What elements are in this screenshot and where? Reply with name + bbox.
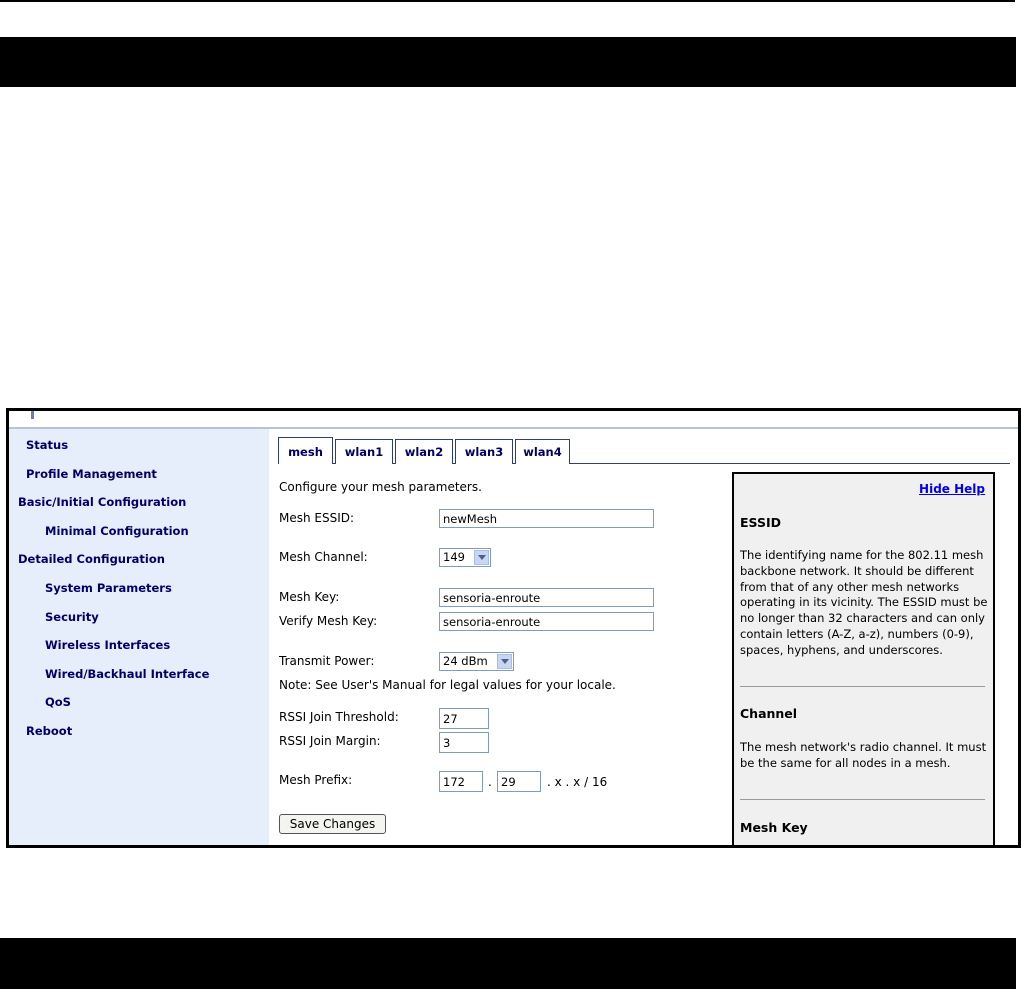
mesh-channel-value: 149 bbox=[443, 550, 465, 564]
sidebar-item-qos[interactable]: QoS bbox=[45, 695, 71, 709]
form-intro: Configure your mesh parameters. bbox=[279, 480, 482, 494]
hide-help-link[interactable]: Hide Help bbox=[919, 482, 985, 496]
mesh-prefix-dot: . bbox=[488, 775, 492, 789]
tab-wlan4[interactable]: wlan4 bbox=[515, 439, 570, 464]
tab-wlan2[interactable]: wlan2 bbox=[395, 439, 453, 464]
mesh-prefix-label: Mesh Prefix: bbox=[279, 773, 353, 787]
tab-wlan1[interactable]: wlan1 bbox=[335, 439, 393, 464]
tab-wlan3[interactable]: wlan3 bbox=[455, 439, 513, 464]
chevron-down-icon bbox=[497, 654, 512, 669]
mesh-essid-input[interactable] bbox=[439, 509, 654, 528]
help-essid-title: ESSID bbox=[740, 515, 782, 530]
tab-mesh[interactable]: mesh bbox=[278, 437, 333, 464]
help-channel-text: The mesh network's radio channel. It mus… bbox=[740, 740, 987, 770]
save-changes-button[interactable]: Save Changes bbox=[279, 814, 386, 834]
sidebar-item-profile-management[interactable]: Profile Management bbox=[26, 467, 157, 481]
main-panel: mesh wlan1 wlan2 wlan3 wlan4 Configure y… bbox=[271, 429, 1018, 845]
top-banner bbox=[0, 37, 1016, 87]
sidebar-item-basic-configuration[interactable]: Basic/Initial Configuration bbox=[18, 495, 186, 509]
rssi-threshold-input[interactable] bbox=[439, 708, 489, 729]
admin-window: Status Profile Management Basic/Initial … bbox=[6, 408, 1021, 848]
mesh-prefix-octet1-input[interactable] bbox=[439, 771, 483, 792]
mesh-channel-select[interactable]: 149 bbox=[439, 548, 491, 567]
transmit-power-select[interactable]: 24 dBm bbox=[439, 652, 514, 671]
mesh-channel-label: Mesh Channel: bbox=[279, 550, 368, 564]
sidebar-item-status[interactable]: Status bbox=[26, 438, 68, 452]
top-rule bbox=[0, 0, 1015, 2]
mesh-key-label: Mesh Key: bbox=[279, 590, 340, 604]
rssi-margin-label: RSSI Join Margin: bbox=[279, 734, 381, 748]
transmit-power-value: 24 dBm bbox=[443, 654, 488, 668]
help-divider bbox=[740, 686, 985, 687]
sidebar-item-security[interactable]: Security bbox=[45, 610, 99, 624]
window-header-strip bbox=[9, 411, 1018, 429]
sidebar-item-wireless-interfaces[interactable]: Wireless Interfaces bbox=[45, 638, 170, 652]
help-channel-title: Channel bbox=[740, 706, 798, 721]
sidebar-item-minimal-configuration[interactable]: Minimal Configuration bbox=[45, 524, 189, 538]
rssi-margin-input[interactable] bbox=[439, 732, 489, 753]
help-divider bbox=[740, 799, 985, 800]
help-panel: Hide Help ESSID The identifying name for… bbox=[732, 472, 995, 845]
mesh-prefix-suffix: . x . x / 16 bbox=[547, 775, 608, 789]
transmit-power-note: Note: See User's Manual for legal values… bbox=[279, 678, 616, 692]
sidebar-item-detailed-configuration[interactable]: Detailed Configuration bbox=[18, 552, 165, 566]
help-key-title: Mesh Key bbox=[740, 820, 808, 835]
verify-mesh-key-label: Verify Mesh Key: bbox=[279, 614, 378, 628]
sidebar-nav: Status Profile Management Basic/Initial … bbox=[9, 429, 269, 845]
mesh-essid-label: Mesh ESSID: bbox=[279, 511, 355, 525]
sidebar-item-system-parameters[interactable]: System Parameters bbox=[45, 581, 172, 595]
sidebar-item-wired-backhaul-interface[interactable]: Wired/Backhaul Interface bbox=[45, 667, 209, 681]
mesh-prefix-octet2-input[interactable] bbox=[497, 771, 541, 792]
bottom-banner bbox=[0, 938, 1016, 989]
transmit-power-label: Transmit Power: bbox=[279, 654, 375, 668]
rssi-threshold-label: RSSI Join Threshold: bbox=[279, 710, 399, 724]
help-essid-text: The identifying name for the 802.11 mesh… bbox=[740, 548, 988, 657]
sidebar-item-reboot[interactable]: Reboot bbox=[26, 724, 72, 738]
mesh-key-input[interactable] bbox=[439, 588, 654, 607]
chevron-down-icon bbox=[474, 550, 489, 565]
header-marker bbox=[31, 411, 34, 419]
verify-mesh-key-input[interactable] bbox=[439, 612, 654, 631]
